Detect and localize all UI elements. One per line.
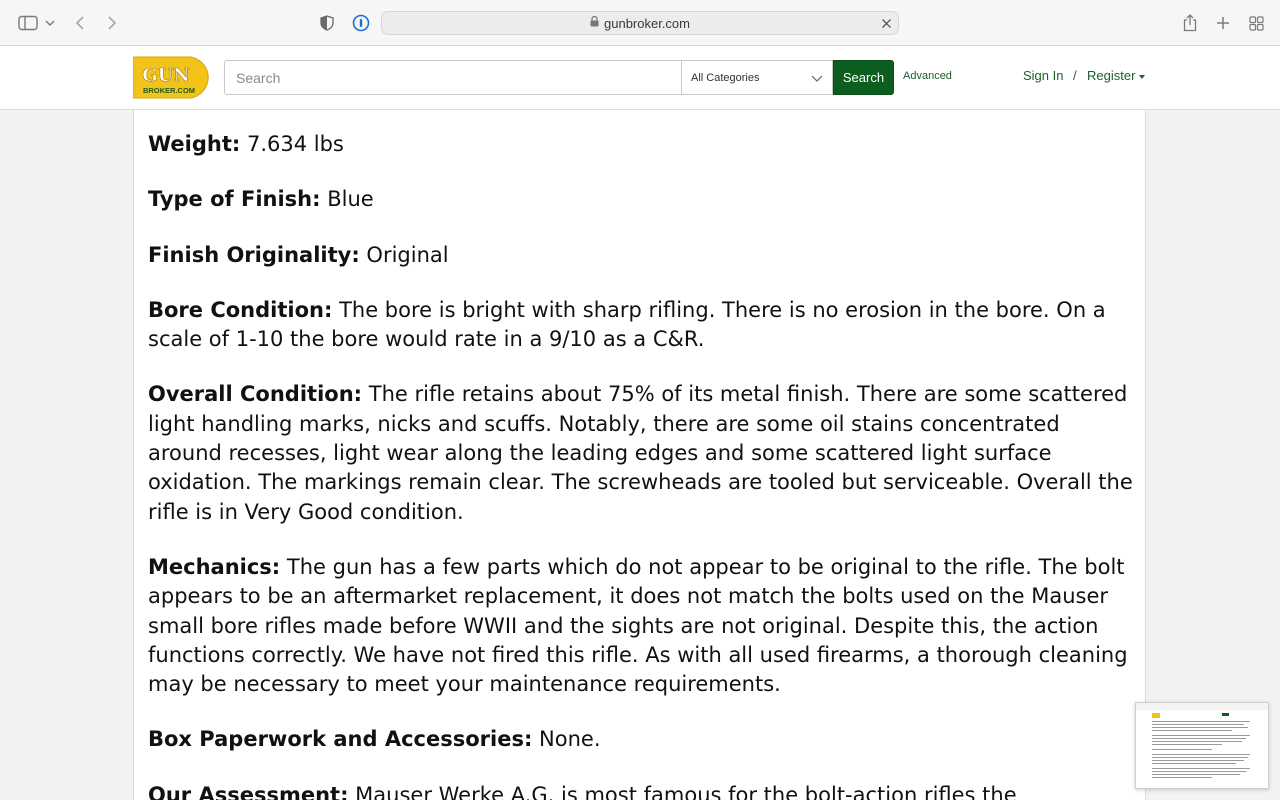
logo-broker-text: BROKER.COM (143, 86, 195, 95)
desc-mechanics: Mechanics: The gun has a few parts which… (148, 554, 1128, 697)
site-header: GUN BROKER.COM All Categories Search Adv… (0, 46, 1280, 110)
logo-gun-text: GUN (142, 65, 190, 86)
gunbroker-logo[interactable]: GUN BROKER.COM (132, 55, 211, 100)
chevron-down-icon[interactable] (43, 10, 57, 36)
advanced-search-link[interactable]: Advanced (903, 70, 952, 82)
register-caret-icon[interactable] (1139, 75, 1145, 79)
search-input[interactable] (224, 60, 682, 95)
new-tab-icon[interactable] (1214, 10, 1232, 36)
desc-box-paperwork: Box Paperwork and Accessories: None. (148, 727, 601, 752)
desc-finish-originality: Finish Originality: Original (148, 242, 449, 267)
search-button[interactable]: Search (833, 60, 894, 95)
listing-description: Weight: 7.634 lbs Type of Finish: Blue F… (148, 130, 1138, 800)
register-link[interactable]: Register (1087, 68, 1135, 83)
category-selected-text: All Categories (691, 71, 760, 84)
share-icon[interactable] (1181, 10, 1199, 36)
category-select[interactable]: All Categories (681, 60, 833, 95)
close-icon[interactable] (881, 14, 892, 32)
sidebar-toggle-icon[interactable] (16, 10, 40, 36)
desc-finish-type: Type of Finish: Blue (148, 187, 374, 212)
password-manager-icon[interactable] (351, 10, 371, 36)
back-icon[interactable] (72, 10, 88, 36)
desc-our-assessment: Our Assessment: Mauser Werke A.G. is mos… (148, 782, 1017, 800)
desc-bore-condition: Bore Condition: The bore is bright with … (148, 297, 1106, 352)
sign-in-link[interactable]: Sign In (1023, 68, 1063, 83)
tab-overview-icon[interactable] (1246, 10, 1266, 36)
desc-overall-condition: Overall Condition: The rifle retains abo… (148, 382, 1133, 524)
browser-toolbar: gunbroker.com (0, 0, 1280, 46)
screenshot-thumbnail[interactable] (1135, 702, 1269, 789)
listing-description-panel: Weight: 7.634 lbs Type of Finish: Blue F… (133, 110, 1146, 800)
forward-icon[interactable] (104, 10, 120, 36)
desc-weight: Weight: 7.634 lbs (148, 132, 344, 156)
url-text: gunbroker.com (604, 15, 690, 31)
privacy-shield-icon[interactable] (318, 10, 336, 36)
auth-separator: / (1073, 68, 1077, 83)
address-bar[interactable]: gunbroker.com (381, 11, 899, 35)
chevron-down-icon (811, 72, 823, 84)
lock-icon (590, 15, 599, 30)
